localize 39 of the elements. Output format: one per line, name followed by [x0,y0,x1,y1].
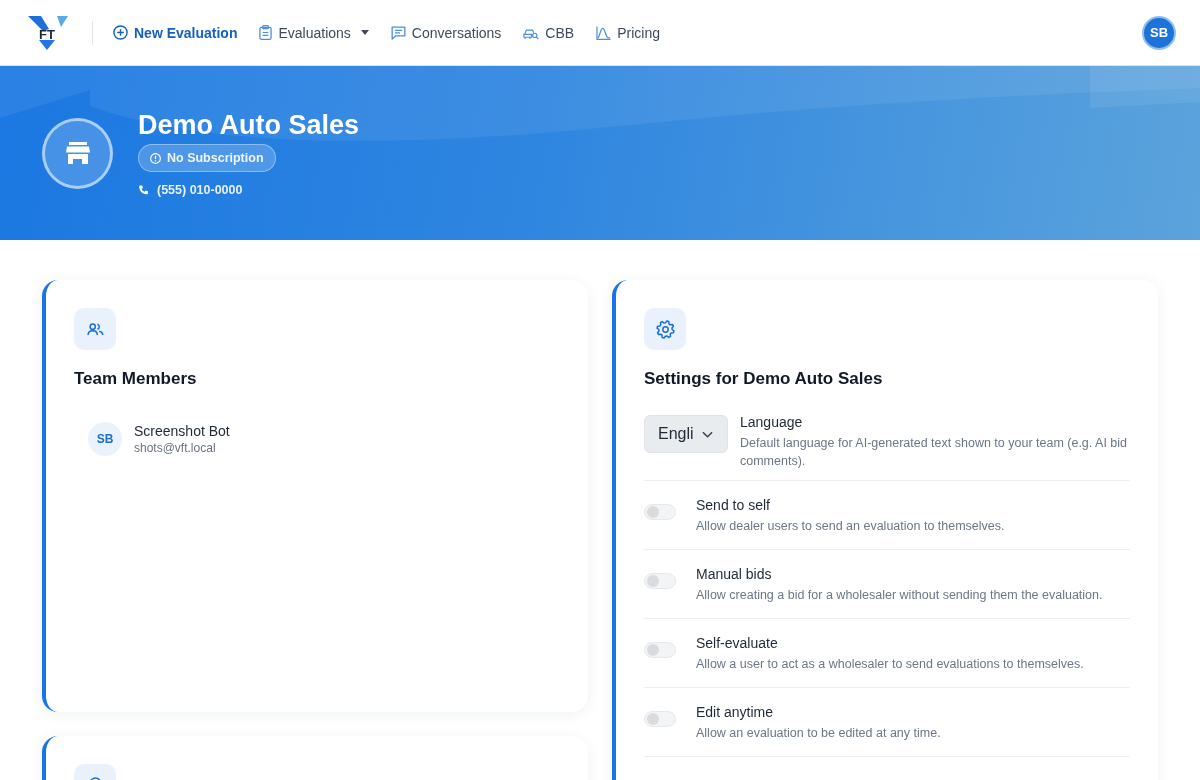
toggle-switch[interactable] [644,504,676,520]
phone-icon [138,184,149,196]
chart-icon [596,25,612,40]
subscription-badge: No Subscription [138,144,276,172]
toggle-switch[interactable] [644,711,676,727]
clipboard-icon [259,25,273,40]
setting-description: Allow an evaluation to be edited at any time. [696,725,942,742]
setting-description: Default language for AI-generated text shown to your team (e.g. AI bid comments). [740,435,1129,470]
setting-description: Allow creating a bid for a wholesaler without sending them the evaluation. [696,587,1104,604]
settings-icon [644,308,686,350]
nav-link[interactable]: Pricing [596,20,660,45]
member-email: shots@vft.local [134,440,217,456]
nav-link[interactable]: CBB [523,20,575,45]
member-name: Screenshot Bot [134,422,230,440]
nav-link[interactable]: New Evaluation [113,20,238,45]
logo[interactable]: FT [28,15,68,50]
info-icon [150,152,161,164]
user-avatar[interactable]: SB [1142,15,1176,50]
member-avatar: SB [88,422,122,456]
card-title: Team Members [74,368,198,390]
dealer-name: Demo Auto Sales [138,109,360,141]
toggle-switch[interactable] [644,642,676,658]
phone-number: (555) 010-0000 [157,183,243,197]
setting-label: Self-evaluate [696,634,779,653]
language-select[interactable]: Engli [644,415,728,453]
toggle-switch[interactable] [644,573,676,589]
chat-icon [390,25,406,40]
setting-label: Edit anytime [696,703,775,722]
setting-label: Manual bids [696,565,773,584]
plus-circle-icon [113,25,128,40]
chevron-down-icon [702,430,713,438]
nav-link[interactable]: Conversations [390,20,502,45]
setting-description: Allow a user to act as a wholesaler to send evaluations to themselves. [696,656,1085,673]
nav-link[interactable]: Evaluations [259,20,369,45]
card-title: Settings for Demo Auto Sales [644,368,884,390]
setting-label: Language [740,413,804,432]
setting-label: Send to self [696,496,771,515]
setting-description: Allow dealer users to send an evaluation to themselves. [696,518,1006,535]
users-icon [74,308,116,350]
